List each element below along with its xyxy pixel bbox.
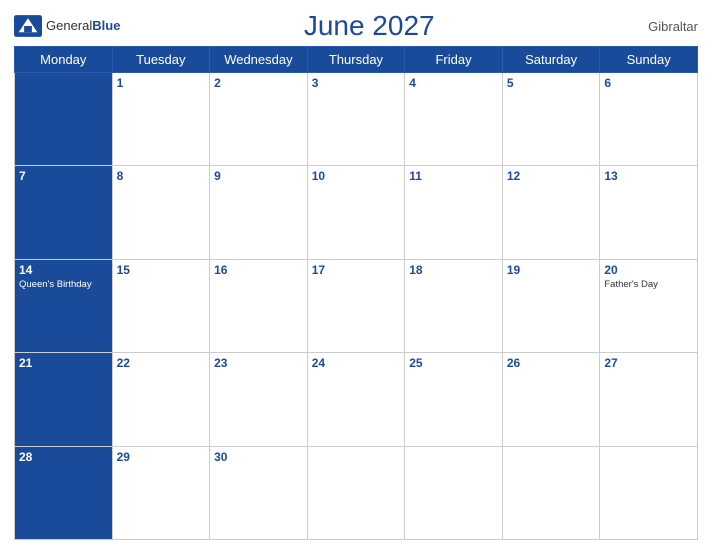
cell-18: 18 xyxy=(405,259,503,352)
region-label: Gibraltar xyxy=(618,19,698,34)
event-queens-birthday: Queen's Birthday xyxy=(19,279,108,290)
cell-17: 17 xyxy=(307,259,405,352)
col-monday: Monday xyxy=(15,47,113,73)
cell-27: 27 xyxy=(600,353,698,446)
col-friday: Friday xyxy=(405,47,503,73)
logo-text-general: General xyxy=(46,18,92,33)
generalblue-logo-icon xyxy=(14,15,42,37)
cell-empty-6 xyxy=(502,446,600,539)
cell-empty-mon xyxy=(15,73,113,166)
cell-29: 29 xyxy=(112,446,210,539)
cell-19: 19 xyxy=(502,259,600,352)
cell-26: 26 xyxy=(502,353,600,446)
cell-20: 20 Father's Day xyxy=(600,259,698,352)
cell-13: 13 xyxy=(600,166,698,259)
week-row-3: 14 Queen's Birthday 15 16 17 18 19 20 Fa… xyxy=(15,259,698,352)
cell-11: 11 xyxy=(405,166,503,259)
week-row-4: 21 22 23 24 25 26 27 xyxy=(15,353,698,446)
cell-30: 30 xyxy=(210,446,308,539)
cell-23: 23 xyxy=(210,353,308,446)
top-bar: GeneralBlue June 2027 Gibraltar xyxy=(14,10,698,42)
cell-16: 16 xyxy=(210,259,308,352)
cell-5: 5 xyxy=(502,73,600,166)
cell-10: 10 xyxy=(307,166,405,259)
cell-6: 6 xyxy=(600,73,698,166)
event-fathers-day: Father's Day xyxy=(604,279,693,290)
week-row-5: 28 29 30 xyxy=(15,446,698,539)
week-row-2: 7 8 9 10 11 12 13 xyxy=(15,166,698,259)
cell-24: 24 xyxy=(307,353,405,446)
calendar-page: GeneralBlue June 2027 Gibraltar Monday T… xyxy=(0,0,712,550)
col-sunday: Sunday xyxy=(600,47,698,73)
week-row-1: 1 2 3 4 5 6 xyxy=(15,73,698,166)
cell-4: 4 xyxy=(405,73,503,166)
col-tuesday: Tuesday xyxy=(112,47,210,73)
cell-1: 1 xyxy=(112,73,210,166)
logo: GeneralBlue xyxy=(14,15,120,37)
cell-28: 28 xyxy=(15,446,113,539)
col-saturday: Saturday xyxy=(502,47,600,73)
cell-2: 2 xyxy=(210,73,308,166)
logo-text-blue: Blue xyxy=(92,18,120,33)
cell-empty-4 xyxy=(307,446,405,539)
calendar-header-row: Monday Tuesday Wednesday Thursday Friday… xyxy=(15,47,698,73)
cell-empty-7 xyxy=(600,446,698,539)
cell-21: 21 xyxy=(15,353,113,446)
cell-22: 22 xyxy=(112,353,210,446)
cell-15: 15 xyxy=(112,259,210,352)
col-wednesday: Wednesday xyxy=(210,47,308,73)
cell-empty-5 xyxy=(405,446,503,539)
col-thursday: Thursday xyxy=(307,47,405,73)
cell-14: 14 Queen's Birthday xyxy=(15,259,113,352)
calendar-table: Monday Tuesday Wednesday Thursday Friday… xyxy=(14,46,698,540)
calendar-title: June 2027 xyxy=(120,10,618,42)
cell-3: 3 xyxy=(307,73,405,166)
cell-12: 12 xyxy=(502,166,600,259)
cell-9: 9 xyxy=(210,166,308,259)
cell-8: 8 xyxy=(112,166,210,259)
cell-7: 7 xyxy=(15,166,113,259)
cell-25: 25 xyxy=(405,353,503,446)
